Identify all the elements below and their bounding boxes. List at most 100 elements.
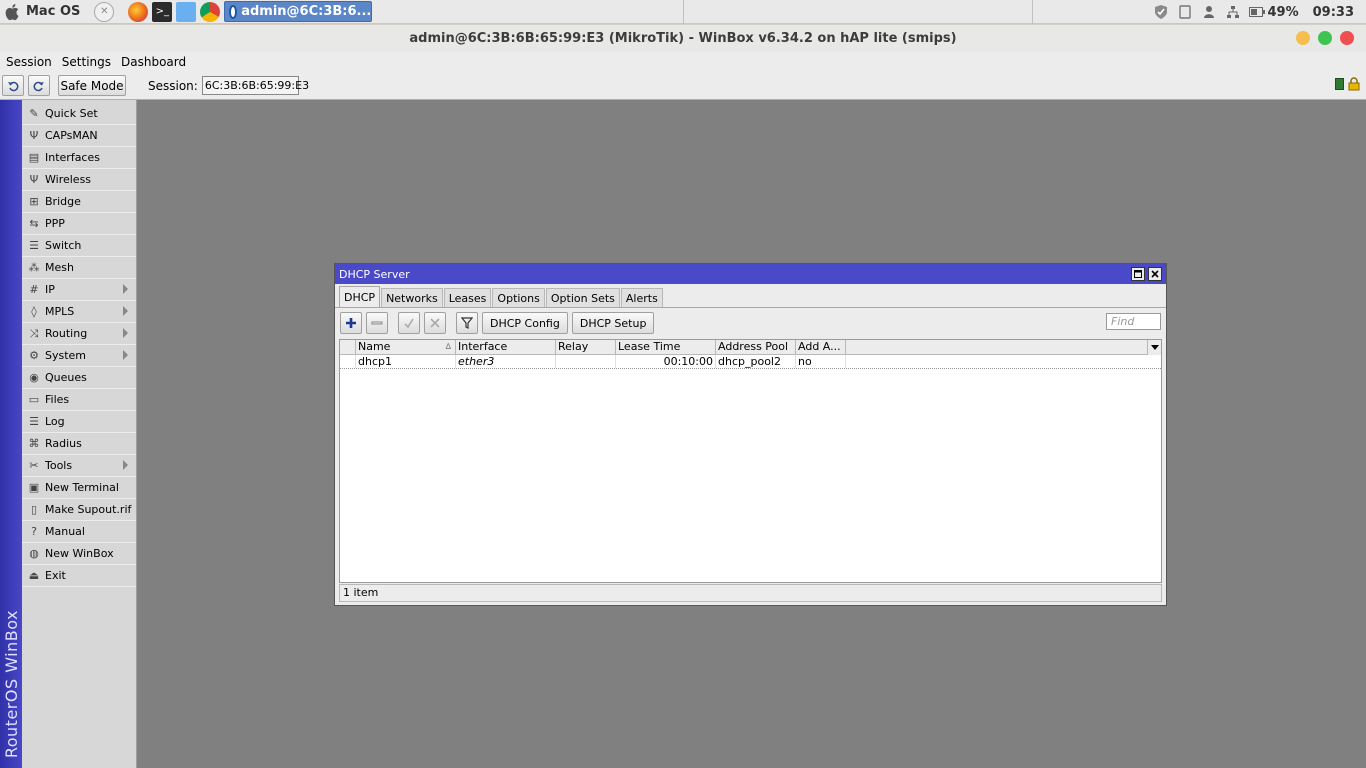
firefox-icon[interactable]: [128, 1, 149, 22]
sidebar-item-label: Queues: [45, 371, 87, 384]
dhcp-setup-button[interactable]: DHCP Setup: [571, 312, 655, 334]
sidebar-item-ip[interactable]: # IP: [22, 279, 136, 301]
app-titlebar[interactable]: admin@6C:3B:6B:65:99:E3 (MikroTik) - Win…: [0, 25, 1366, 52]
sidebar-item-label: MPLS: [45, 305, 75, 318]
find-input[interactable]: Find: [1106, 313, 1161, 330]
os-taskbar: Mac OS ✕ >_ admin@6C:3B:6... 49% 09:33: [0, 0, 1366, 24]
remove-button[interactable]: [366, 312, 388, 334]
safe-mode-button[interactable]: Safe Mode: [58, 75, 126, 96]
sidebar-item-ppp[interactable]: ⇆ PPP: [22, 213, 136, 235]
menu-dashboard[interactable]: Dashboard: [121, 55, 186, 69]
dhcp-config-button[interactable]: DHCP Config: [482, 312, 568, 334]
tab-option-sets[interactable]: Option Sets: [545, 288, 620, 307]
close-button[interactable]: [1340, 31, 1354, 45]
tab-dhcp[interactable]: DHCP: [339, 286, 381, 307]
sidebar-item-routing[interactable]: ⤨ Routing: [22, 323, 136, 345]
battery-percent: 49%: [1267, 4, 1299, 20]
sidebar-item-exit[interactable]: ⏏ Exit: [22, 565, 136, 587]
app-title: admin@6C:3B:6B:65:99:E3 (MikroTik) - Win…: [409, 31, 957, 46]
row-selector[interactable]: [340, 355, 356, 368]
antenna-icon: Ψ: [29, 129, 39, 142]
sidebar-item-bridge[interactable]: ⊞ Bridge: [22, 191, 136, 213]
check-icon: [404, 318, 414, 329]
window-close-button[interactable]: [1148, 267, 1162, 281]
sidebar-item-label: Mesh: [45, 261, 74, 274]
submenu-arrow-icon: [123, 284, 128, 294]
sidebar-item-label: New Terminal: [45, 481, 119, 494]
sidebar-item-label: Quick Set: [45, 107, 98, 120]
os-menu[interactable]: Mac OS: [0, 0, 90, 24]
ip-icon: #: [29, 283, 39, 296]
session-field[interactable]: 6C:3B:6B:65:99:E3: [201, 76, 309, 95]
undo-button[interactable]: [2, 75, 24, 96]
sidebar-item-log[interactable]: ☰ Log: [22, 411, 136, 433]
storage-icon[interactable]: [1177, 4, 1193, 20]
column-header-add-arp[interactable]: Add A...: [796, 340, 846, 354]
files-app-icon[interactable]: [176, 1, 197, 22]
network-icon[interactable]: [1225, 4, 1241, 20]
brand-strip: RouterOS WinBox: [0, 100, 22, 768]
sidebar-item-queues[interactable]: ◉ Queues: [22, 367, 136, 389]
user-icon[interactable]: [1201, 4, 1217, 20]
tab-leases[interactable]: Leases: [443, 288, 492, 307]
wireless-icon: Ψ: [29, 173, 39, 186]
sidebar-item-files[interactable]: ▭ Files: [22, 389, 136, 411]
sidebar-item-mesh[interactable]: ⁂ Mesh: [22, 257, 136, 279]
gear-icon: ⚙: [29, 349, 39, 362]
table-row[interactable]: dhcp1 ether3 00:10:00 dhcp_pool2 no: [340, 355, 1161, 369]
enable-button[interactable]: [398, 312, 420, 334]
column-header-address-pool[interactable]: Address Pool: [716, 340, 796, 354]
window-maximize-button[interactable]: [1131, 267, 1145, 281]
sidebar-item-quick-set[interactable]: ✎ Quick Set: [22, 103, 136, 125]
close-x-icon[interactable]: ✕: [94, 1, 115, 22]
dhcp-window-titlebar[interactable]: DHCP Server: [335, 264, 1166, 284]
sidebar-item-wireless[interactable]: Ψ Wireless: [22, 169, 136, 191]
column-header-lease-time[interactable]: Lease Time: [616, 340, 716, 354]
terminal-icon: ▣: [28, 481, 40, 494]
cell-add-arp: no: [796, 355, 846, 368]
column-menu-button[interactable]: [1147, 340, 1161, 355]
sidebar-item-tools[interactable]: ✂ Tools: [22, 455, 136, 477]
battery-icon[interactable]: [1249, 4, 1266, 20]
column-header-relay[interactable]: Relay: [556, 340, 616, 354]
column-header-interface[interactable]: Interface: [456, 340, 556, 354]
cell-lease-time: 00:10:00: [616, 355, 716, 368]
tab-alerts[interactable]: Alerts: [620, 288, 663, 307]
sidebar-item-new-terminal[interactable]: ▣ New Terminal: [22, 477, 136, 499]
sidebar-item-manual[interactable]: ? Manual: [22, 521, 136, 543]
redo-button[interactable]: [28, 75, 50, 96]
disable-button[interactable]: [424, 312, 446, 334]
filter-button[interactable]: [456, 312, 478, 334]
switch-icon: ☰: [29, 239, 39, 252]
submenu-arrow-icon: [123, 460, 128, 470]
sidebar-item-radius[interactable]: ⌘ Radius: [22, 433, 136, 455]
dhcp-toolbar: DHCP Config DHCP Setup Find: [335, 308, 1166, 338]
toolbar: Safe Mode Session: 6C:3B:6B:65:99:E3: [0, 72, 1366, 100]
minimize-button[interactable]: [1296, 31, 1310, 45]
sidebar-item-system[interactable]: ⚙ System: [22, 345, 136, 367]
sidebar-item-make-supout-rif[interactable]: ▯ Make Supout.rif: [22, 499, 136, 521]
clock[interactable]: 09:33: [1313, 5, 1354, 20]
terminal-app-icon[interactable]: >_: [152, 1, 173, 22]
sidebar-item-capsman[interactable]: Ψ CAPsMAN: [22, 125, 136, 147]
add-button[interactable]: [340, 312, 362, 334]
shield-icon[interactable]: [1153, 4, 1169, 20]
tab-networks[interactable]: Networks: [381, 288, 443, 307]
chrome-icon[interactable]: [200, 1, 221, 22]
column-header-name[interactable]: Name ∆: [356, 340, 456, 354]
tab-options[interactable]: Options: [492, 288, 545, 307]
column-header-selector[interactable]: [340, 340, 356, 354]
task-winbox-button[interactable]: admin@6C:3B:6...: [224, 1, 373, 22]
sidebar-item-new-winbox[interactable]: ◍ New WinBox: [22, 543, 136, 565]
sidebar-item-mpls[interactable]: ◊ MPLS: [22, 301, 136, 323]
window-controls: [1296, 31, 1354, 45]
menu-bar: Session Settings Dashboard: [0, 52, 1366, 72]
sidebar-item-interfaces[interactable]: ▤ Interfaces: [22, 147, 136, 169]
sidebar-item-switch[interactable]: ☰ Switch: [22, 235, 136, 257]
sidebar-item-label: CAPsMAN: [45, 129, 98, 142]
sidebar-item-label: Manual: [45, 525, 85, 538]
menu-settings[interactable]: Settings: [62, 55, 111, 69]
table-header: Name ∆ Interface Relay Lease Time Address…: [340, 340, 1161, 355]
menu-session[interactable]: Session: [6, 55, 52, 69]
maximize-button[interactable]: [1318, 31, 1332, 45]
